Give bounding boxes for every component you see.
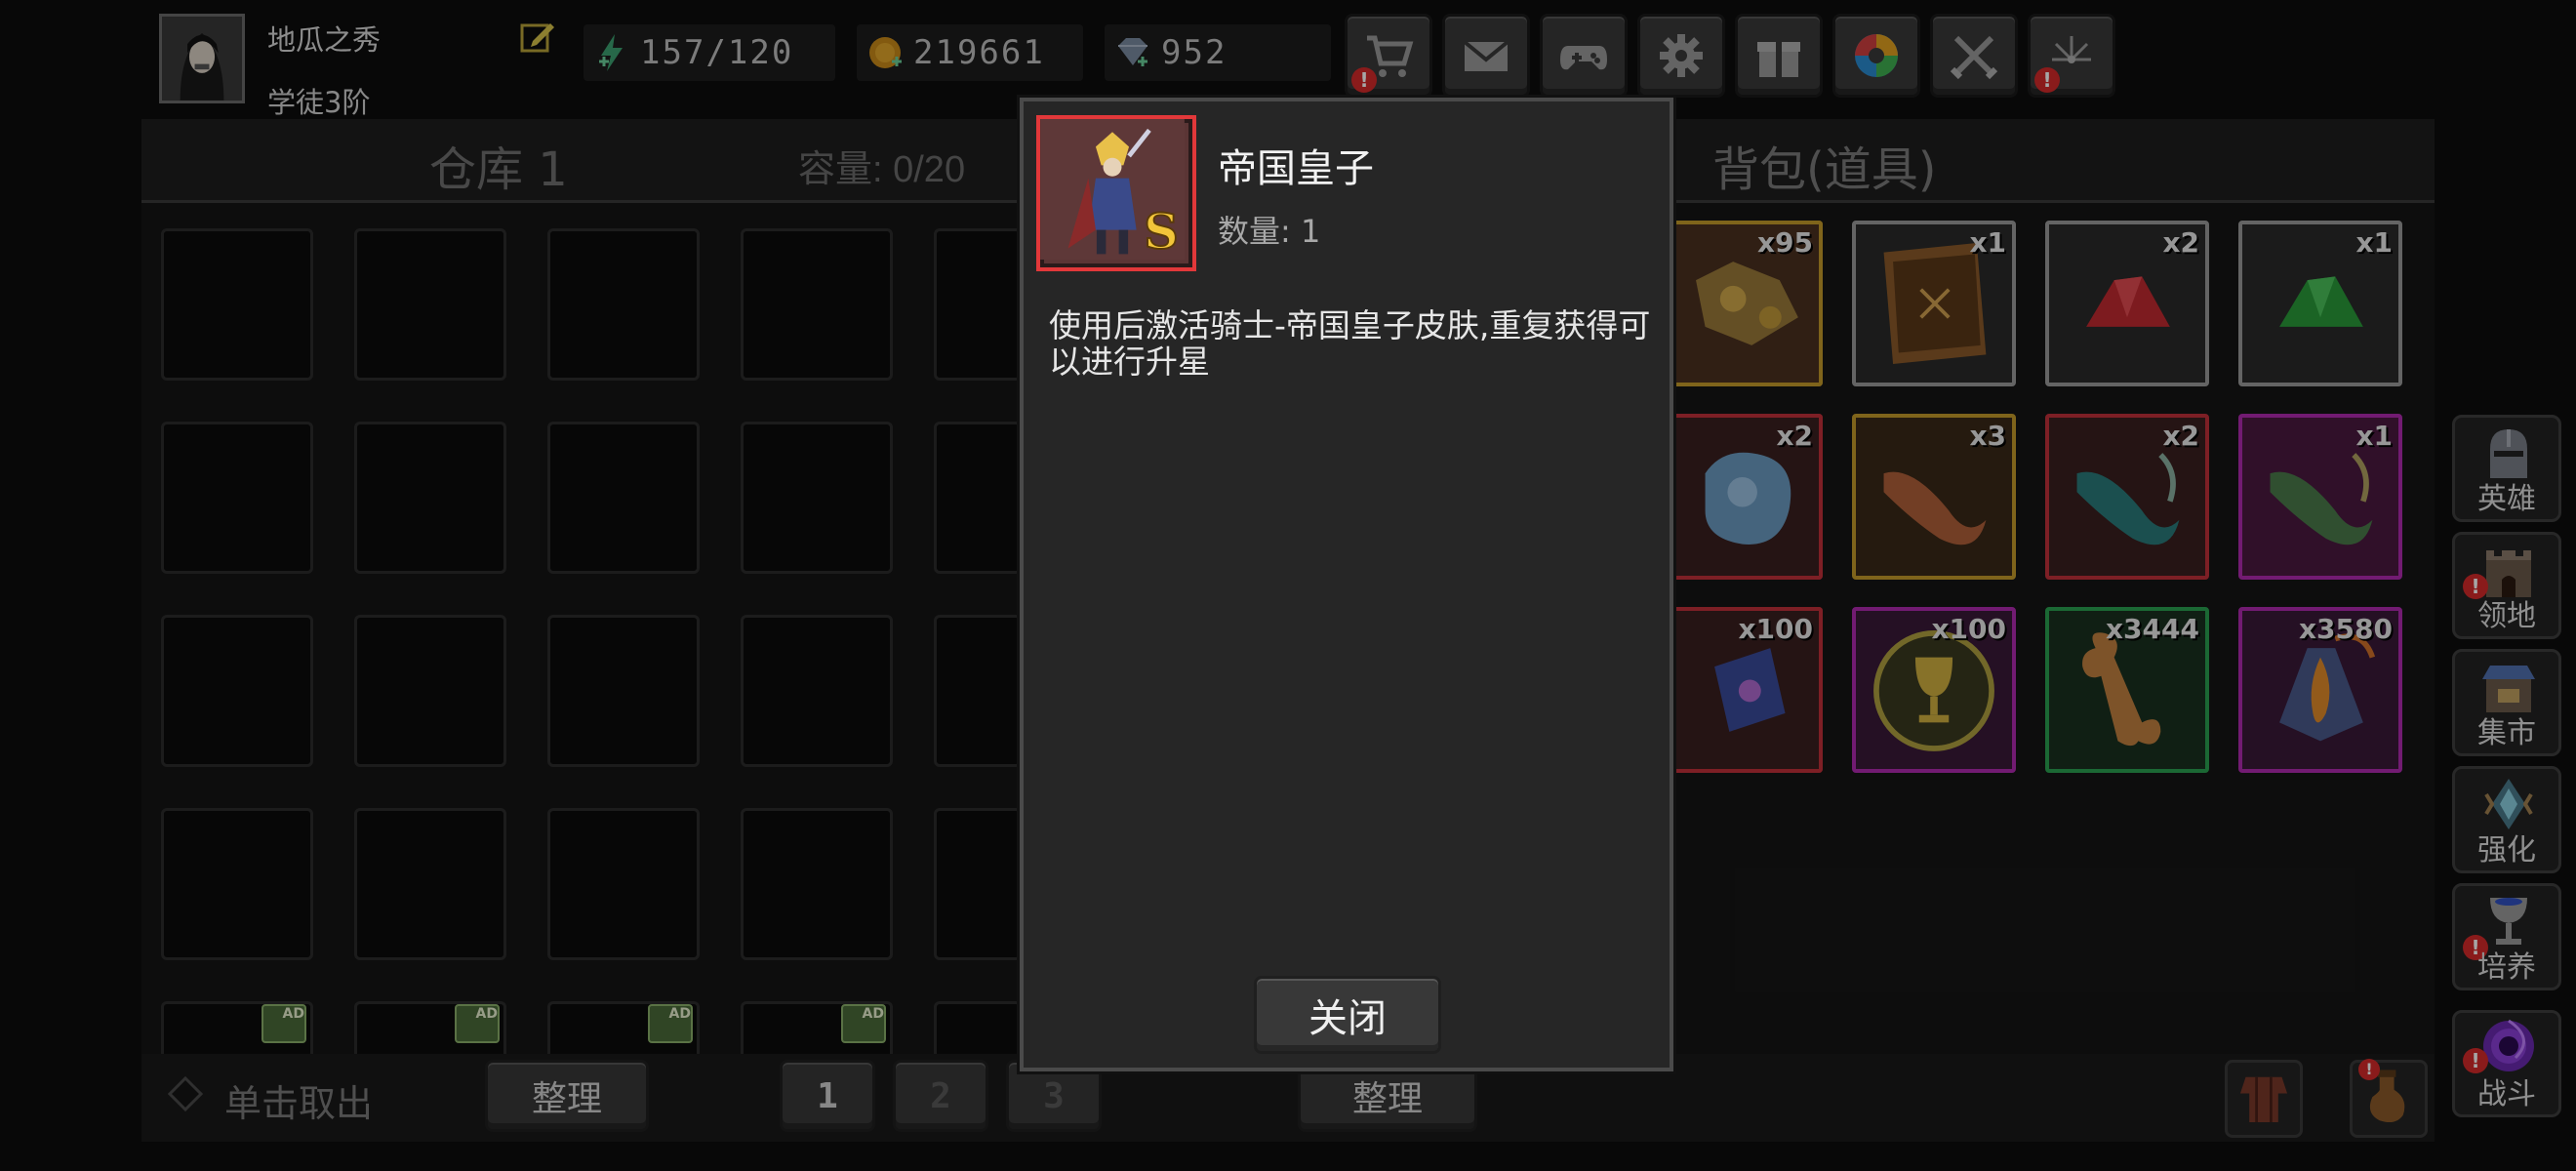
skin-grade-letter: S (1144, 204, 1179, 260)
item-name: 帝国皇子 (1218, 146, 1374, 191)
close-dialog-button[interactable]: 关闭 (1254, 976, 1441, 1054)
item-portrait: S (1036, 115, 1196, 271)
item-description: 使用后激活骑士-帝国皇子皮肤,重复获得可以进行升星 (1049, 306, 1651, 381)
imperial-prince-skin-icon: S (1040, 119, 1185, 262)
item-quantity: 数量: 1 (1218, 213, 1321, 250)
